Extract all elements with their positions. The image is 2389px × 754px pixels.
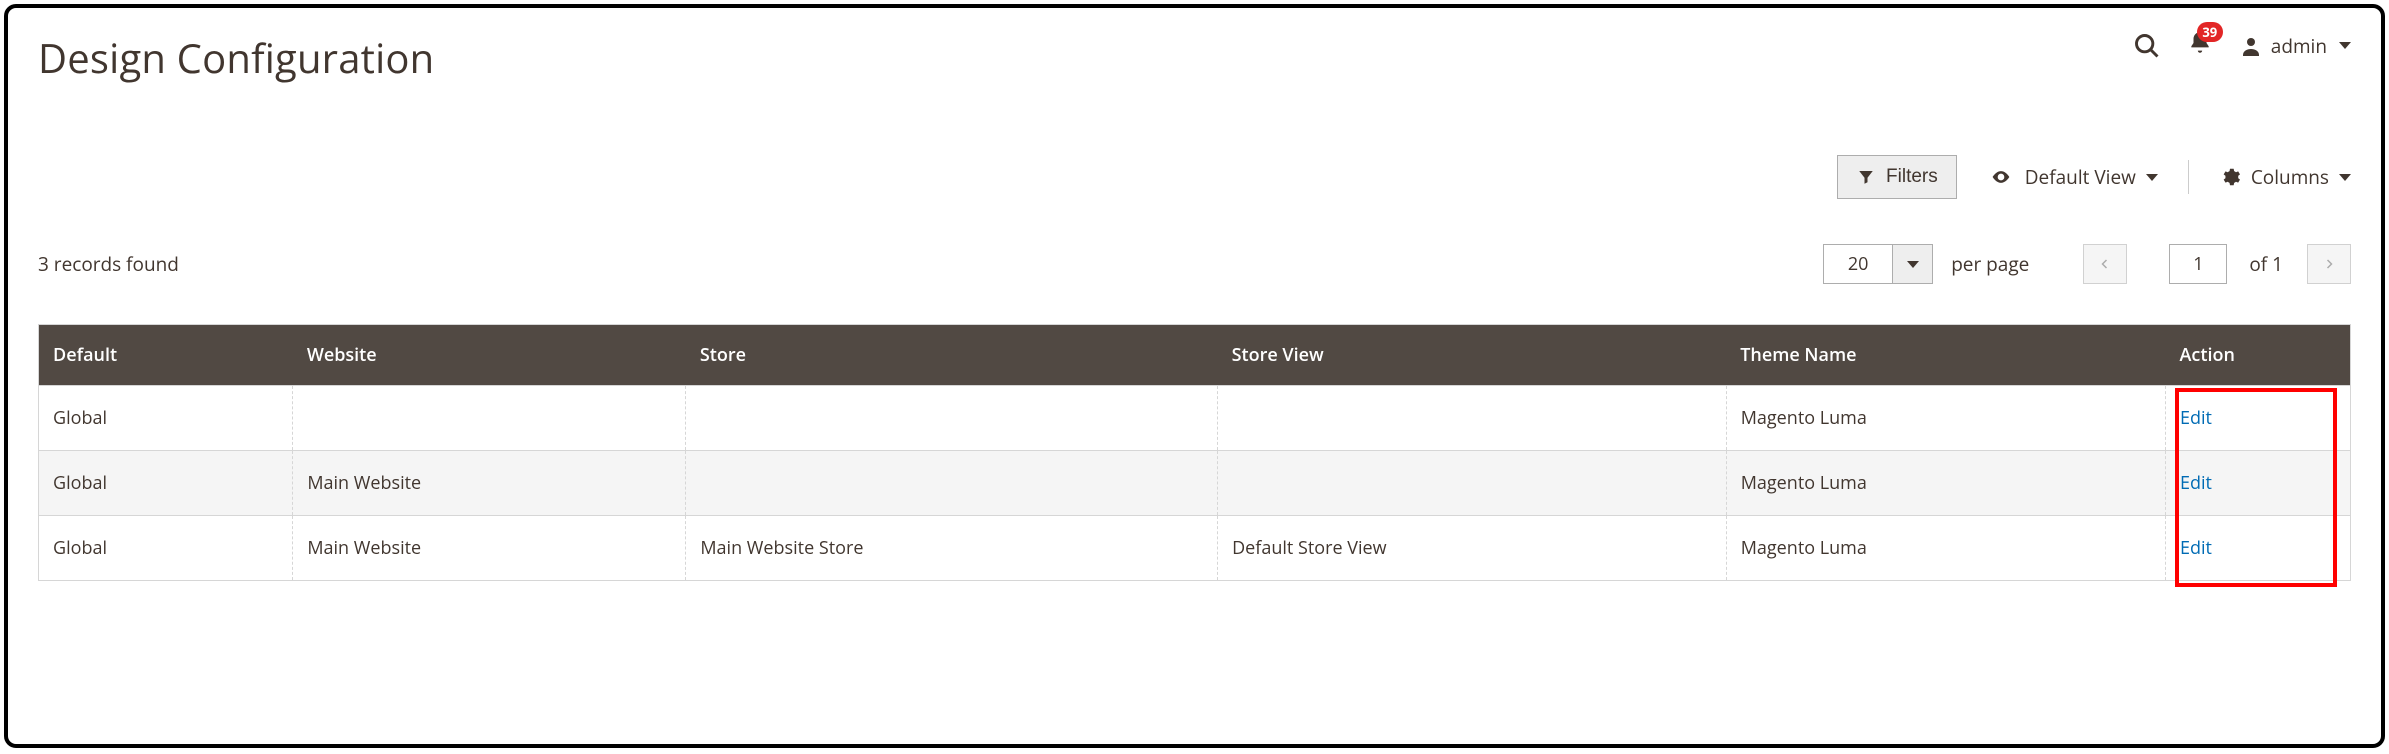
cell-action: Edit (2165, 386, 2350, 451)
user-menu[interactable]: admin (2239, 33, 2351, 59)
page-size-toggle[interactable] (1893, 244, 1933, 284)
eye-icon (1987, 167, 2015, 187)
col-theme-name[interactable]: Theme Name (1726, 325, 2165, 386)
toolbar-divider (2188, 160, 2189, 194)
cell-website: Main Website (293, 451, 686, 516)
chevron-left-icon (2099, 255, 2111, 273)
chevron-right-icon (2323, 255, 2335, 273)
next-page-button[interactable] (2307, 244, 2351, 284)
cell-default: Global (39, 386, 293, 451)
edit-link[interactable]: Edit (2180, 471, 2212, 495)
cell-theme-name: Magento Luma (1726, 386, 2165, 451)
table-header-row: Default Website Store Store View Theme N… (39, 325, 2351, 386)
cell-store (686, 386, 1218, 451)
notifications-button[interactable]: 39 (2187, 30, 2213, 61)
cell-store: Main Website Store (686, 516, 1218, 581)
columns-label: Columns (2251, 164, 2329, 190)
edit-link[interactable]: Edit (2180, 406, 2212, 430)
cell-website: Main Website (293, 516, 686, 581)
table-row[interactable]: GlobalMain WebsiteMain Website StoreDefa… (39, 516, 2351, 581)
cell-store-view: Default Store View (1218, 516, 1727, 581)
of-total-label: of 1 (2249, 251, 2283, 277)
pagination-controls: 20 per page 1 of 1 (1823, 244, 2351, 284)
cell-theme-name: Magento Luma (1726, 516, 2165, 581)
chevron-down-icon (2146, 174, 2158, 181)
filters-button[interactable]: Filters (1837, 155, 1957, 199)
col-store-view[interactable]: Store View (1218, 325, 1727, 386)
filter-icon (1856, 168, 1876, 186)
cell-store (686, 451, 1218, 516)
records-count: 3 records found (38, 251, 179, 277)
filters-label: Filters (1886, 166, 1938, 188)
cell-store-view (1218, 451, 1727, 516)
page-size-input[interactable]: 20 (1823, 244, 1893, 284)
prev-page-button[interactable] (2083, 244, 2127, 284)
chevron-down-icon (2339, 42, 2351, 49)
col-store[interactable]: Store (686, 325, 1218, 386)
edit-link[interactable]: Edit (2180, 536, 2212, 560)
cell-website (293, 386, 686, 451)
col-action: Action (2165, 325, 2350, 386)
cell-default: Global (39, 516, 293, 581)
table-row[interactable]: GlobalMain Website Magento Luma Edit (39, 451, 2351, 516)
view-label: Default View (2025, 164, 2136, 190)
notification-badge: 39 (2197, 22, 2223, 42)
chevron-down-icon (1907, 261, 1919, 268)
cell-theme-name: Magento Luma (1726, 451, 2165, 516)
page-number-input[interactable]: 1 (2169, 244, 2227, 284)
search-icon[interactable] (2133, 32, 2161, 60)
username-label: admin (2271, 33, 2327, 59)
col-website[interactable]: Website (293, 325, 686, 386)
cell-default: Global (39, 451, 293, 516)
view-switcher[interactable]: Default View (1987, 164, 2158, 190)
cell-action: Edit (2165, 516, 2350, 581)
cell-action: Edit (2165, 451, 2350, 516)
col-default[interactable]: Default (39, 325, 293, 386)
header-actions: 39 admin (2133, 30, 2351, 61)
user-icon (2239, 34, 2263, 58)
page-title: Design Configuration (38, 30, 434, 85)
table-row[interactable]: Global Magento Luma Edit (39, 386, 2351, 451)
chevron-down-icon (2339, 174, 2351, 181)
columns-button[interactable]: Columns (2219, 164, 2351, 190)
gear-icon (2219, 166, 2241, 188)
cell-store-view (1218, 386, 1727, 451)
per-page-label: per page (1951, 251, 2029, 277)
grid-toolbar: Filters Default View Columns (38, 155, 2351, 199)
design-config-table: Default Website Store Store View Theme N… (38, 324, 2351, 581)
